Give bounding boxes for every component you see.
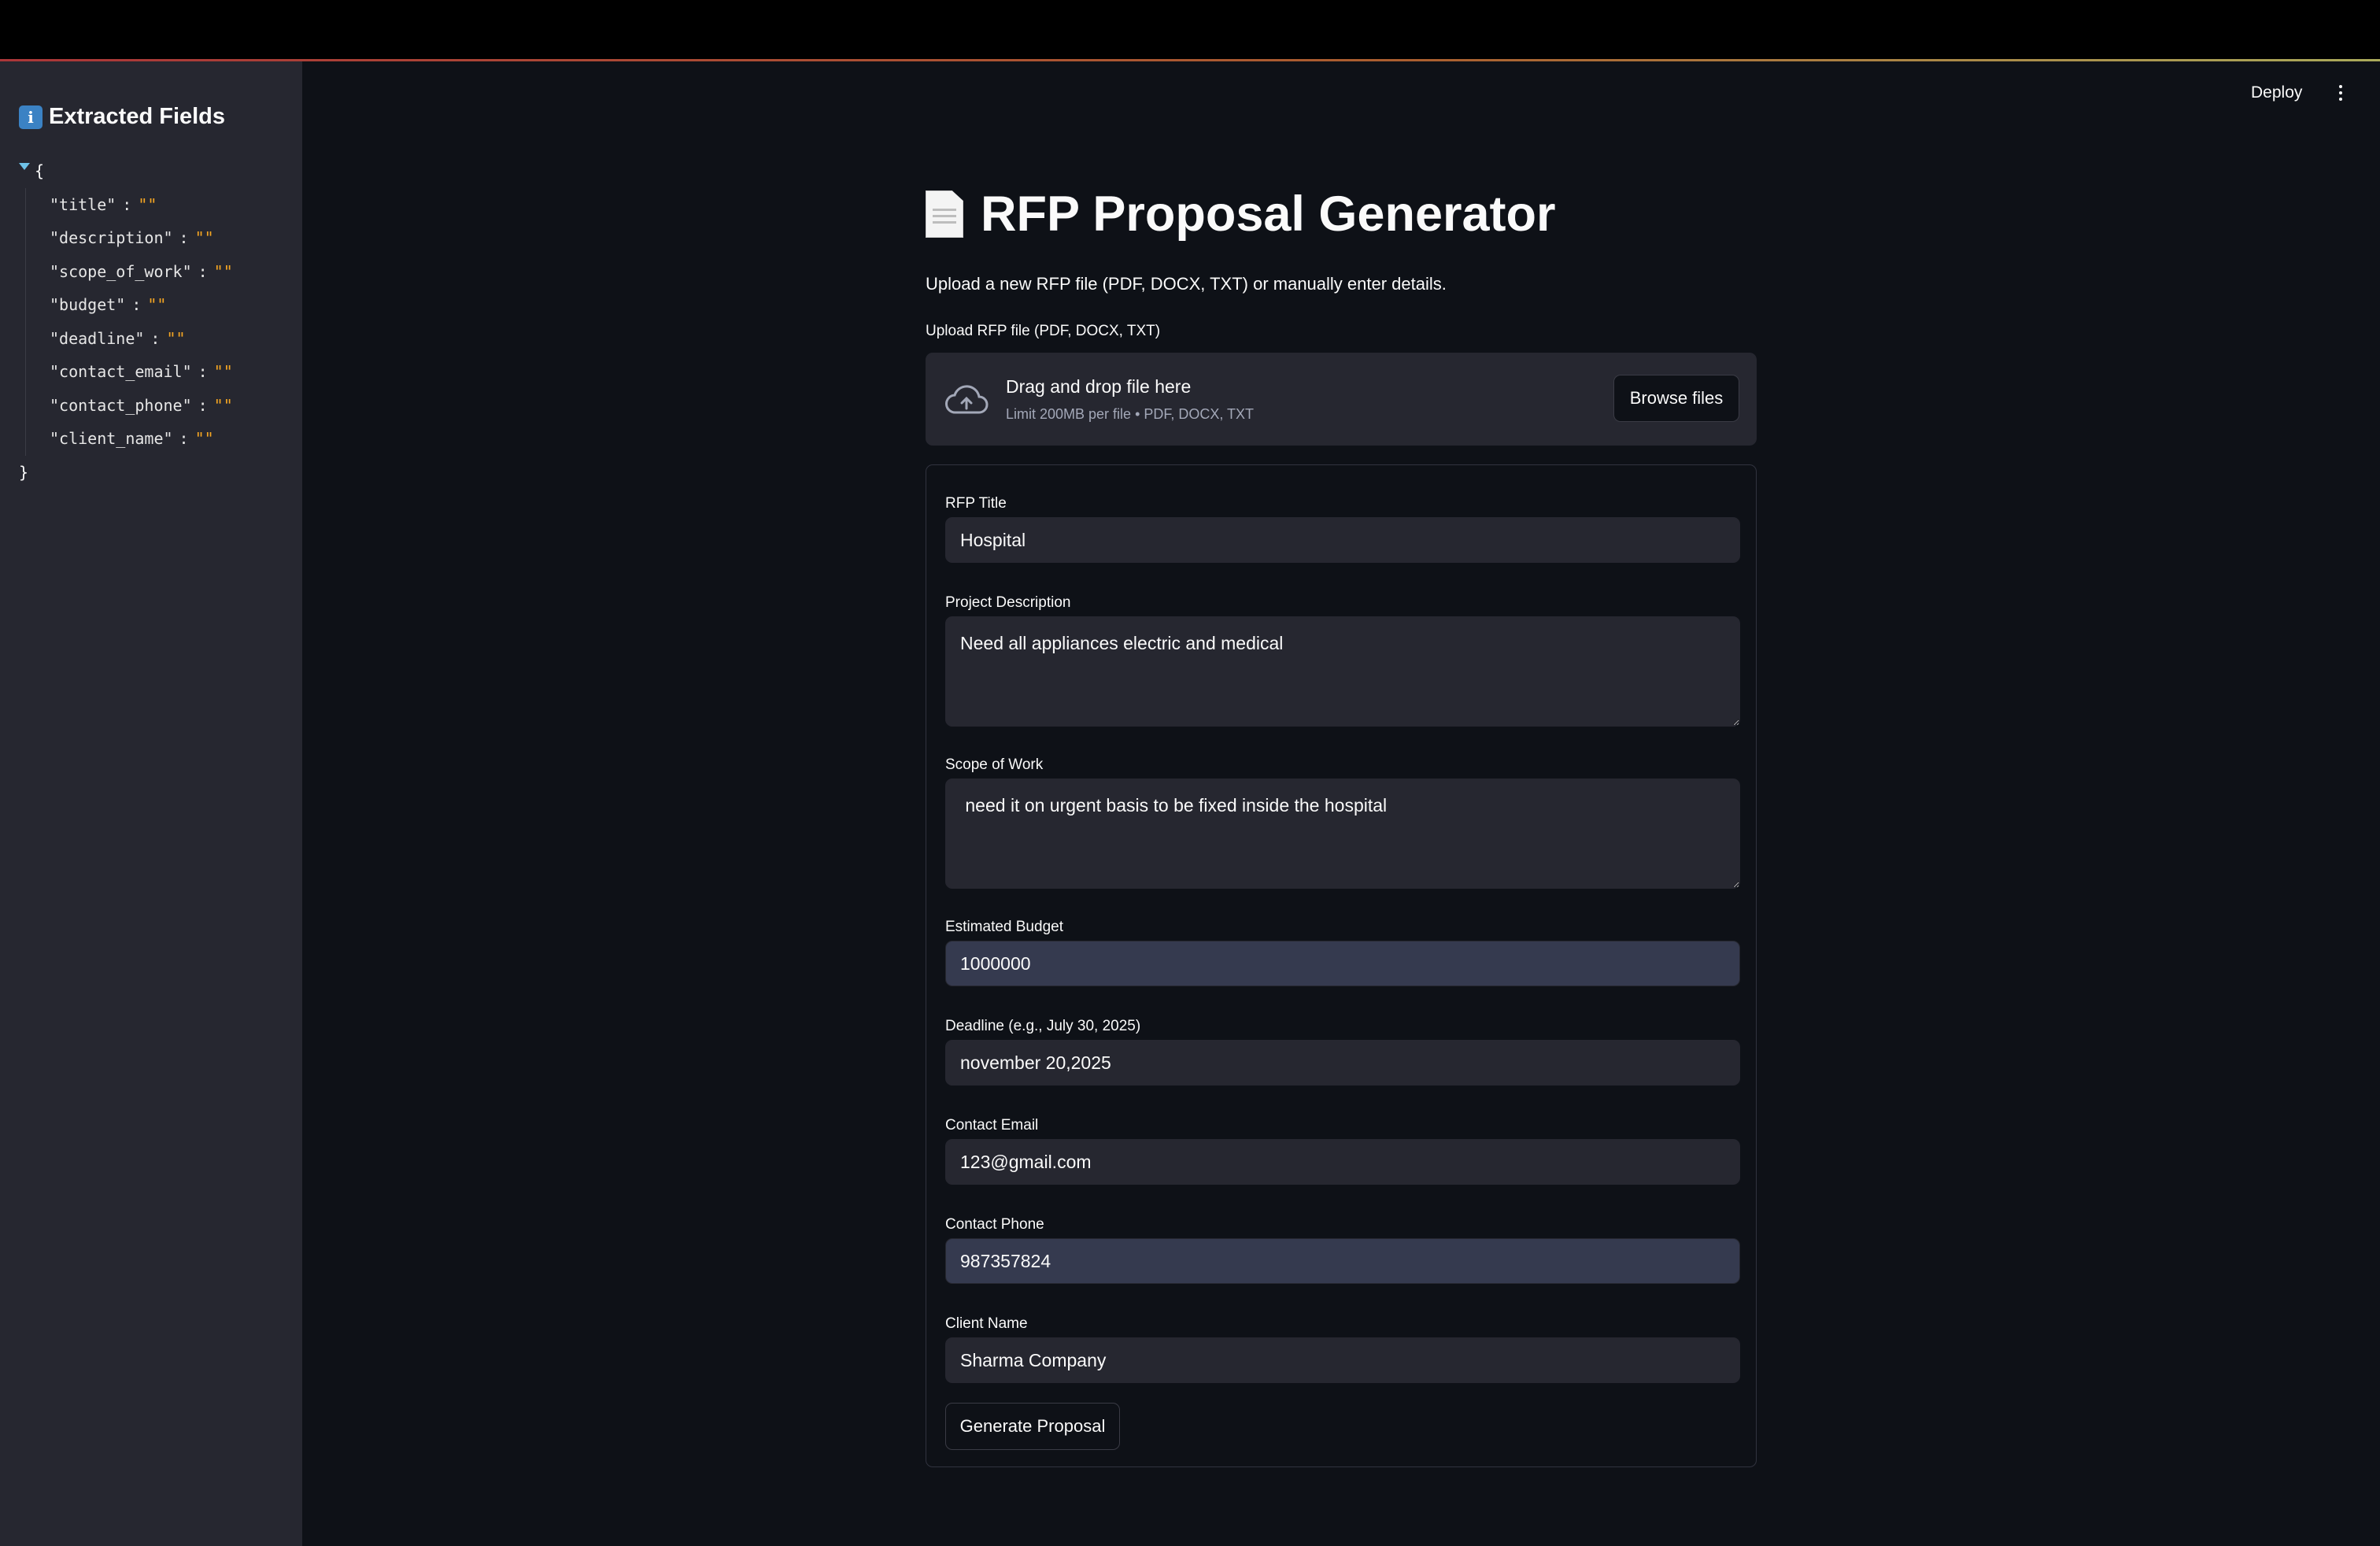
info-icon: i xyxy=(19,105,42,129)
json-value: "" xyxy=(194,228,214,248)
json-viewer: { "title": "" "description": "" "scope_of_… xyxy=(19,154,294,489)
json-value: "" xyxy=(213,362,233,382)
more-vertical-icon[interactable] xyxy=(2331,79,2350,107)
json-key: "scope_of_work" xyxy=(50,261,192,281)
contact-phone-input[interactable] xyxy=(945,1238,1740,1284)
client-name-label: Client Name xyxy=(945,1315,1028,1332)
top-bar xyxy=(0,0,2380,59)
json-open-line[interactable]: { xyxy=(19,154,294,188)
json-colon: : xyxy=(179,228,189,248)
json-entry: "contact_email": "" xyxy=(50,355,294,389)
json-colon: : xyxy=(198,261,208,281)
deadline-label: Deadline (e.g., July 30, 2025) xyxy=(945,1018,1141,1034)
json-close-brace: } xyxy=(19,462,29,482)
generate-proposal-button[interactable]: Generate Proposal xyxy=(945,1403,1120,1450)
page-title: RFP Proposal Generator xyxy=(926,186,1556,242)
dropzone-instruction: Drag and drop file here xyxy=(1006,376,1192,397)
rfp-title-label: RFP Title xyxy=(945,495,1007,512)
page-subtitle: Upload a new RFP file (PDF, DOCX, TXT) o… xyxy=(926,274,1447,294)
json-key: "deadline" xyxy=(50,328,145,348)
estimated-budget-label: Estimated Budget xyxy=(945,919,1063,935)
contact-phone-label: Contact Phone xyxy=(945,1216,1044,1233)
sidebar-title: i Extracted Fields xyxy=(19,104,225,130)
json-key: "budget" xyxy=(50,295,126,315)
json-colon: : xyxy=(122,194,132,214)
rfp-title-input[interactable] xyxy=(945,517,1740,563)
upload-label: Upload RFP file (PDF, DOCX, TXT) xyxy=(926,323,1161,339)
json-colon: : xyxy=(198,395,208,415)
json-colon: : xyxy=(179,429,189,449)
deploy-button[interactable]: Deploy xyxy=(2251,79,2302,107)
json-entry: "description": "" xyxy=(50,221,294,255)
deadline-input[interactable] xyxy=(945,1040,1740,1086)
json-value: "" xyxy=(166,328,186,348)
json-entry: "budget": "" xyxy=(50,288,294,322)
proposal-form: RFP Title Project Description Need all a… xyxy=(926,464,1757,1467)
menu-dot xyxy=(2339,98,2342,101)
header-decoration-line xyxy=(0,59,2380,61)
json-value: "" xyxy=(138,194,157,214)
scope-of-work-label: Scope of Work xyxy=(945,756,1044,773)
estimated-budget-input[interactable] xyxy=(945,941,1740,986)
json-value: "" xyxy=(147,295,167,315)
json-entry: "scope_of_work": "" xyxy=(50,255,294,289)
sidebar-title-text: Extracted Fields xyxy=(49,104,226,129)
json-entry: "deadline": "" xyxy=(50,322,294,356)
contact-email-input[interactable] xyxy=(945,1139,1740,1185)
json-key: "contact_email" xyxy=(50,362,192,382)
client-name-input[interactable] xyxy=(945,1337,1740,1383)
page-title-text: RFP Proposal Generator xyxy=(981,187,1556,242)
document-icon xyxy=(926,190,963,238)
json-colon: : xyxy=(198,362,208,382)
cloud-upload-icon xyxy=(945,385,989,414)
json-key: "title" xyxy=(50,194,116,214)
json-value: "" xyxy=(213,395,233,415)
json-open-brace: { xyxy=(35,161,45,181)
file-dropzone[interactable]: Drag and drop file here Limit 200MB per … xyxy=(926,353,1757,446)
project-description-label: Project Description xyxy=(945,594,1071,611)
json-entry: "contact_phone": "" xyxy=(50,389,294,423)
json-colon: : xyxy=(131,295,142,315)
json-entry: "client_name": "" xyxy=(50,422,294,456)
menu-dot xyxy=(2339,91,2342,94)
json-entry: "title": "" xyxy=(50,188,294,222)
menu-dot xyxy=(2339,85,2342,88)
json-entries: "title": "" "description": "" "scope_of_wo… xyxy=(25,187,294,456)
collapse-toggle-icon[interactable] xyxy=(19,162,30,170)
json-colon: : xyxy=(150,328,161,348)
json-value: "" xyxy=(213,261,233,281)
json-value: "" xyxy=(194,429,214,449)
scope-of-work-textarea[interactable]: need it on urgent basis to be fixed insi… xyxy=(945,779,1740,889)
json-key: "client_name" xyxy=(50,429,173,449)
contact-email-label: Contact Email xyxy=(945,1117,1039,1134)
browse-files-button[interactable]: Browse files xyxy=(1613,375,1739,422)
json-key: "contact_phone" xyxy=(50,395,192,415)
project-description-textarea[interactable]: Need all appliances electric and medical xyxy=(945,616,1740,727)
json-key: "description" xyxy=(50,228,173,248)
dropzone-limit: Limit 200MB per file • PDF, DOCX, TXT xyxy=(1006,406,1255,422)
json-close-line: } xyxy=(19,456,294,490)
